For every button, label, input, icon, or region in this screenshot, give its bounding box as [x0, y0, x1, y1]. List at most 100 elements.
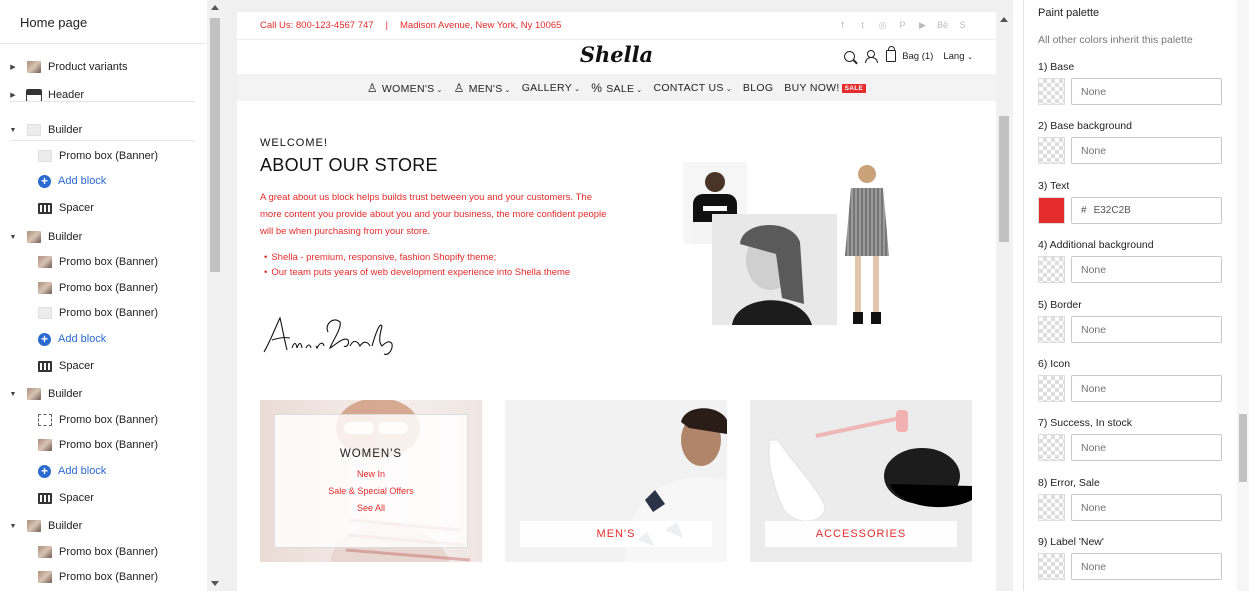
womens-link-sale[interactable]: Sale & Special Offers [275, 483, 467, 500]
scroll-up-arrow-icon[interactable] [1000, 17, 1008, 22]
womens-title: WOMEN'S [339, 448, 403, 460]
sidebar-item[interactable]: Spacer [0, 197, 207, 219]
womens-link-new-in[interactable]: New In [275, 466, 467, 483]
color-input[interactable] [1071, 434, 1222, 461]
add-block-button[interactable]: + Add block [0, 328, 207, 350]
preview-scroll-thumb[interactable] [999, 116, 1009, 242]
color-input[interactable] [1071, 256, 1222, 283]
sidebar-scroll-thumb[interactable] [210, 18, 220, 272]
sidebar-item[interactable]: ▶ Product variants [0, 56, 207, 78]
caret-right-icon[interactable]: ▶ [8, 63, 18, 71]
color-swatch[interactable] [1038, 375, 1065, 402]
color-swatch[interactable] [1038, 137, 1065, 164]
nav-item-sale[interactable]: % SALE ⌄ [591, 81, 642, 95]
caret-down-icon[interactable]: ▼ [8, 523, 18, 530]
sidebar-item[interactable]: Promo box (Banner) [0, 409, 207, 431]
color-swatch[interactable] [1038, 78, 1065, 105]
color-swatch[interactable] [1038, 553, 1065, 580]
sidebar-item-label: Promo box (Banner) [59, 307, 159, 319]
category-banner-mens[interactable]: MEN'S [505, 400, 727, 562]
caret-down-icon[interactable]: ▼ [8, 391, 18, 398]
twitter-icon[interactable]: t [857, 20, 868, 31]
add-block-button[interactable]: + Add block [0, 170, 207, 192]
category-banner-accessories[interactable]: ACCESSORIES [750, 400, 972, 562]
caret-down-icon[interactable]: ▼ [8, 127, 18, 134]
palette-subtitle: All other colors inherit this palette [1038, 34, 1193, 46]
palette-scroll-thumb[interactable] [1239, 414, 1247, 482]
about-bullet: Shella - premium, responsive, fashion Sh… [264, 250, 594, 265]
sidebar-item[interactable]: ▼ Builder [0, 383, 207, 405]
color-control [1038, 316, 1234, 343]
color-swatch[interactable] [1038, 494, 1065, 521]
sidebar-item[interactable]: Promo box (Banner) [0, 302, 207, 324]
sidebar-scrollbar[interactable] [207, 0, 223, 591]
section-thumbnail [38, 150, 52, 162]
collage-photo-woman-portrait [712, 214, 842, 325]
add-block-button[interactable]: + Add block [0, 460, 207, 482]
skype-icon[interactable]: S [957, 20, 968, 31]
palette-title: Paint palette [1038, 7, 1100, 19]
caret-down-icon[interactable]: ▼ [8, 234, 18, 241]
nav-item-gallery[interactable]: GALLERY ⌄ [522, 82, 581, 94]
bag-button[interactable]: Bag (1) [886, 46, 933, 62]
sidebar-item[interactable]: Spacer [0, 487, 207, 509]
sidebar-item[interactable]: Promo box (Banner) [0, 566, 207, 588]
section-thumbnail [38, 546, 52, 558]
color-input[interactable] [1071, 375, 1222, 402]
palette-row-label: 6) Icon [1038, 358, 1071, 370]
behance-icon[interactable]: Bē [937, 20, 948, 31]
palette-row: 6) Icon [1038, 358, 1234, 402]
lang-selector[interactable]: Lang ⌄ [943, 51, 973, 62]
color-input[interactable] [1071, 316, 1222, 343]
sidebar-item[interactable]: Promo box (Banner) [0, 277, 207, 299]
instagram-icon[interactable]: ◎ [877, 20, 888, 31]
mens-label[interactable]: MEN'S [520, 521, 712, 547]
womens-link-see-all[interactable]: See All [275, 500, 467, 517]
color-input[interactable] [1071, 494, 1222, 521]
palette-scrollbar[interactable] [1237, 0, 1249, 591]
scroll-up-arrow-icon[interactable] [211, 5, 219, 10]
sidebar-item[interactable]: ▼ Builder [0, 226, 207, 248]
nav-item-womens[interactable]: ♙ WOMEN'S ⌄ [367, 81, 443, 95]
youtube-icon[interactable]: ▶ [917, 20, 928, 31]
color-input[interactable] [1071, 553, 1222, 580]
sidebar-item[interactable]: ▶ Header [0, 84, 207, 106]
sidebar-item[interactable]: ▼ Builder [0, 515, 207, 537]
facebook-icon[interactable]: f [837, 20, 848, 31]
nav-item-contact[interactable]: CONTACT US ⌄ [653, 82, 731, 94]
account-icon[interactable] [865, 50, 879, 63]
preview-scrollbar[interactable] [996, 12, 1012, 591]
color-input[interactable] [1071, 78, 1222, 105]
color-swatch[interactable] [1038, 256, 1065, 283]
sidebar-item[interactable]: Promo box (Banner) [0, 145, 207, 167]
color-swatch[interactable] [1038, 434, 1065, 461]
sidebar-item[interactable]: Promo box (Banner) [0, 434, 207, 456]
color-swatch[interactable] [1038, 316, 1065, 343]
section-thumbnail [38, 256, 52, 268]
sidebar-item-label: Builder [48, 124, 83, 136]
category-banner-womens[interactable]: WOMEN'S New In Sale & Special Offers See… [260, 400, 482, 562]
hex-input[interactable]: # E32C2B [1071, 197, 1222, 224]
accessories-label[interactable]: ACCESSORIES [765, 521, 957, 547]
sidebar-item[interactable]: Promo box (Banner) [0, 541, 207, 563]
search-icon[interactable] [844, 50, 856, 62]
nav-item-blog[interactable]: BLOG [743, 82, 773, 94]
scroll-down-arrow-icon[interactable] [211, 581, 219, 586]
pinterest-icon[interactable]: P [897, 20, 908, 31]
sidebar-item[interactable]: Spacer [0, 355, 207, 377]
nav-item-mens[interactable]: ♙ MEN'S ⌄ [454, 81, 511, 95]
hex-value: E32C2B [1093, 205, 1131, 216]
sidebar-item-label: Add block [58, 175, 107, 187]
caret-right-icon[interactable]: ▶ [8, 91, 18, 99]
palette-row: 2) Base background [1038, 120, 1234, 164]
chevron-down-icon: ⌄ [504, 86, 511, 94]
about-welcome: WELCOME! [260, 137, 328, 149]
nav-item-buy-now[interactable]: BUY NOW! SALE [784, 82, 867, 94]
women-icon: ♙ [366, 80, 378, 95]
color-input[interactable] [1071, 137, 1222, 164]
color-swatch[interactable] [1038, 197, 1065, 224]
sidebar-item-label: Add block [58, 333, 107, 345]
sidebar-item[interactable]: ▼ Builder [0, 119, 207, 141]
collage-photo-woman-dress [837, 156, 897, 326]
sidebar-item[interactable]: Promo box (Banner) [0, 251, 207, 273]
